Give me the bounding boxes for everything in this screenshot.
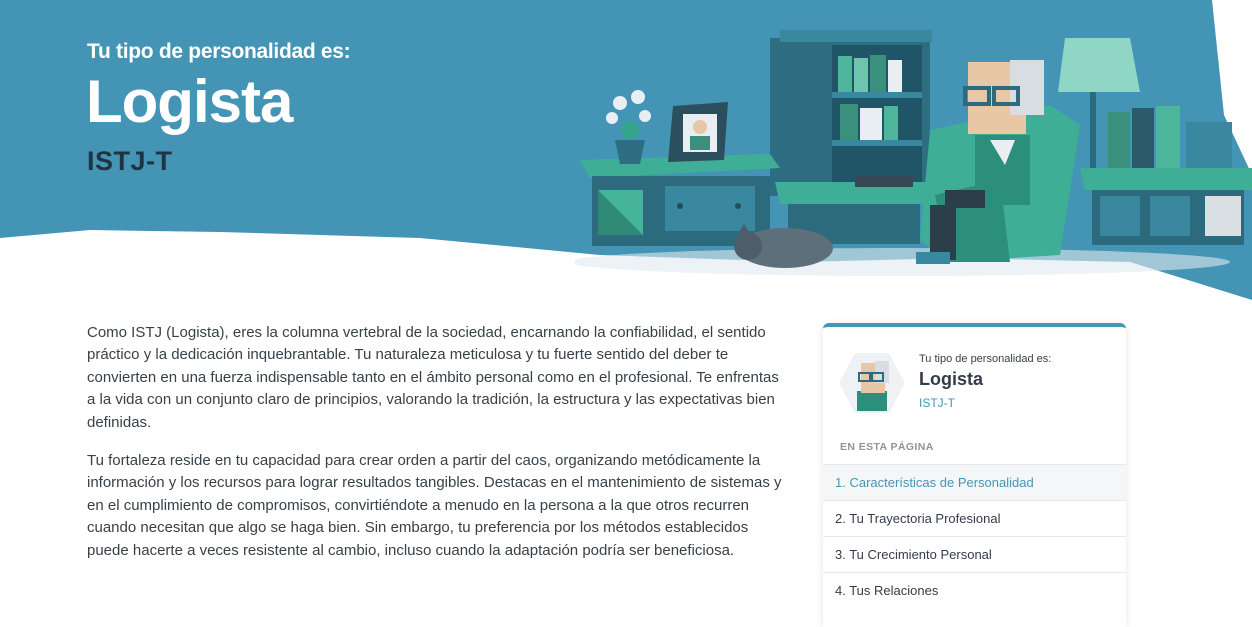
hero-eyebrow: Tu tipo de personalidad es: (87, 40, 351, 63)
intro-paragraph: Tu fortaleza reside en tu capacidad para… (87, 452, 782, 559)
intro-article: Como ISTJ (Logista), eres la columna ver… (87, 322, 787, 578)
profile-eyebrow: Tu tipo de personalidad es: (919, 353, 1052, 365)
logista-avatar-icon (839, 353, 905, 413)
toc-item-caracteristicas[interactable]: 1. Características de Personalidad (823, 464, 1126, 500)
sidebar-card: Tu tipo de personalidad es: Logista ISTJ… (823, 323, 1126, 627)
hero-type-code: ISTJ-T (87, 146, 173, 176)
toc-heading: EN ESTA PÁGINA (840, 441, 934, 453)
logista-illustration-icon (575, 30, 1252, 276)
profile-type-name: Logista (919, 369, 984, 389)
hero-banner: Tu tipo de personalidad es: Logista ISTJ… (0, 0, 1252, 300)
profile-type-code: ISTJ-T (919, 396, 955, 410)
toc-item-relaciones[interactable]: 4. Tus Relaciones (823, 572, 1126, 608)
table-of-contents: 1. Características de Personalidad 2. Tu… (823, 464, 1126, 608)
hero-title: Logista (86, 68, 293, 135)
toc-item-trayectoria[interactable]: 2. Tu Trayectoria Profesional (823, 500, 1126, 536)
intro-paragraph: Como ISTJ (Logista), eres la columna ver… (87, 324, 779, 431)
toc-item-crecimiento[interactable]: 3. Tu Crecimiento Personal (823, 536, 1126, 572)
profile-summary: Tu tipo de personalidad es: Logista ISTJ… (823, 327, 1126, 435)
